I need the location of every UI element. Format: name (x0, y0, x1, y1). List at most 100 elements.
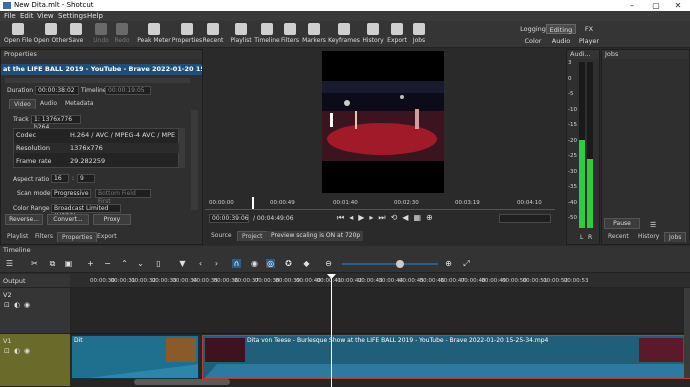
reverse-button[interactable]: Reverse... (5, 214, 43, 225)
split-icon[interactable]: ▯ (154, 259, 163, 268)
zoom-out-icon[interactable]: ⊖ (324, 259, 333, 268)
timeline-playhead[interactable] (331, 274, 332, 387)
tab-metadata[interactable]: Metadata (61, 99, 97, 109)
layout-player[interactable]: Player (574, 36, 604, 46)
append-icon[interactable]: + (86, 259, 95, 268)
minimize-button[interactable]: – (620, 0, 644, 11)
overwrite-icon[interactable]: ⌄ (136, 259, 145, 268)
video-preview[interactable] (322, 51, 444, 193)
timeline-ruler[interactable]: 00:00:30 00:00:31 00:00:32 00:00:33 00:00:34… (70, 274, 690, 288)
layout-fx[interactable]: FX (574, 24, 604, 34)
field-order-select[interactable]: Bottom Field First (95, 189, 151, 205)
layout-logging[interactable]: Logging (518, 24, 548, 34)
in-out-fields[interactable] (499, 214, 551, 223)
ripple-all-icon[interactable]: ✪ (284, 259, 293, 268)
prev-marker-icon[interactable]: ‹ (196, 259, 205, 268)
timeline-vertical-scrollbar[interactable] (684, 288, 690, 378)
visibility-icon[interactable]: ◉ (24, 302, 31, 309)
visibility-icon[interactable]: ◉ (24, 348, 31, 355)
zoom-in-icon[interactable]: ⊕ (444, 259, 453, 268)
proxy-button[interactable]: Proxy (93, 214, 131, 225)
menu-settings[interactable]: Settings (58, 12, 87, 20)
grid-icon[interactable]: ▦ (413, 213, 426, 222)
layout-audio[interactable]: Audio (546, 36, 576, 46)
composite-icon[interactable]: ◐ (14, 348, 21, 355)
player-ruler[interactable]: 00:00:00 00:00:49 00:01:40 00:02:30 00:0… (205, 197, 555, 210)
aspect-height-field[interactable]: 9 (77, 174, 95, 183)
jobs-menu-icon[interactable]: ☰ (650, 221, 656, 229)
ruler-tick: 00:00:53 (563, 278, 589, 284)
timeline-menu-icon[interactable]: ☰ (5, 259, 14, 268)
recent-button[interactable]: Recent (198, 23, 228, 47)
clip-name-field[interactable]: at the LIFE BALL 2019 - YouTube - Brave … (1, 64, 202, 75)
close-button[interactable]: ✕ (666, 0, 690, 11)
bottom-tab-export[interactable]: Export (93, 232, 121, 242)
markers-button[interactable]: Markers (300, 23, 328, 47)
bottom-tab-properties[interactable]: Properties (57, 232, 98, 242)
redo-button[interactable]: Redo (108, 23, 136, 47)
skip-next-icon[interactable]: ⏭ (378, 213, 390, 222)
lock-icon[interactable]: ⊡ (4, 302, 11, 309)
copy-icon[interactable]: ⧉ (48, 259, 57, 268)
layout-color[interactable]: Color (518, 36, 548, 46)
loop-icon[interactable]: ⟲ (391, 213, 403, 222)
bottom-tab-filters[interactable]: Filters (31, 232, 57, 242)
jobs-tab-recent[interactable]: Recent (604, 232, 633, 242)
timeline-clip[interactable]: Dit (71, 335, 199, 379)
tab-audio[interactable]: Audio (36, 99, 61, 109)
player-tab-source[interactable]: Source (207, 231, 236, 241)
composite-icon[interactable]: ◐ (14, 302, 21, 309)
peak-meter-button[interactable]: Peak Meter (136, 23, 172, 47)
menu-help[interactable]: Help (87, 12, 103, 20)
timeline-position-field[interactable]: 00:00:19:05 (105, 86, 151, 95)
skip-previous-icon[interactable]: ⏮ (337, 213, 349, 222)
save-button[interactable]: Save (62, 23, 90, 47)
track-select[interactable]: 1: 1376x776 h264 (31, 115, 81, 131)
maximize-button[interactable]: ▢ (644, 0, 668, 11)
next-marker-icon[interactable]: › (212, 259, 221, 268)
info-table-scrollbar[interactable] (179, 128, 185, 168)
menu-file[interactable]: File (4, 12, 16, 20)
play-icon[interactable]: ▶ (358, 213, 369, 222)
keyframes-button[interactable]: Keyframes (326, 23, 362, 47)
remove-icon[interactable]: − (103, 259, 112, 268)
properties-scrollbar[interactable] (191, 110, 198, 210)
current-time-field[interactable]: 00:00:39:06 (209, 214, 249, 223)
player-tab-project[interactable]: Project (237, 231, 268, 241)
zoom-slider-handle[interactable] (396, 260, 404, 268)
jobs-tab-history[interactable]: History (634, 232, 663, 242)
duration-field[interactable]: 00:00:38:02 (35, 86, 79, 95)
lift-icon[interactable]: ⌃ (120, 259, 129, 268)
menu-edit[interactable]: Edit (20, 12, 34, 20)
scrub-icon[interactable]: ◉ (250, 259, 259, 268)
filters-button[interactable]: Filters (278, 23, 302, 47)
ripple-markers-icon[interactable]: ◆ (302, 259, 311, 268)
zoom-fit-icon[interactable]: ⤢ (462, 259, 471, 268)
timeline-clip-selected[interactable]: Dita von Teese - Burlesque Show at the L… (202, 335, 690, 379)
bottom-tab-playlist[interactable]: Playlist (3, 232, 32, 242)
convert-button[interactable]: Convert... (47, 214, 89, 225)
player-playhead[interactable] (252, 197, 255, 209)
lock-icon[interactable]: ⊡ (4, 348, 11, 355)
open-file-button[interactable]: Open File (0, 23, 36, 47)
add-marker-icon[interactable]: ▼ (178, 259, 187, 268)
scan-mode-select[interactable]: Progressive (51, 189, 91, 198)
color-range-select[interactable]: Broadcast Limited (MPEG) (51, 204, 121, 220)
volume-icon[interactable]: ◀ (402, 213, 413, 222)
ripple-icon[interactable]: ◎ (266, 259, 275, 268)
tab-video[interactable]: Video (9, 99, 36, 109)
paste-icon[interactable]: ▣ (64, 259, 73, 268)
aspect-width-field[interactable]: 16 (51, 174, 69, 183)
zoom-slider-track[interactable] (342, 263, 438, 265)
pause-button[interactable]: Pause (604, 218, 640, 229)
zoom-icon[interactable]: ⊕ (426, 213, 438, 222)
jobs-button[interactable]: Jobs (406, 23, 432, 47)
track-v2-lane[interactable] (70, 288, 690, 334)
cut-icon[interactable]: ✂ (30, 259, 39, 268)
jobs-tab-jobs[interactable]: Jobs (664, 232, 687, 242)
rewind-icon[interactable]: ◂ (349, 213, 358, 222)
snap-icon[interactable]: ∩ (232, 259, 241, 268)
layout-editing[interactable]: Editing (546, 24, 576, 34)
menu-view[interactable]: View (37, 12, 54, 20)
timeline-horizontal-scrollbar[interactable] (134, 379, 230, 385)
